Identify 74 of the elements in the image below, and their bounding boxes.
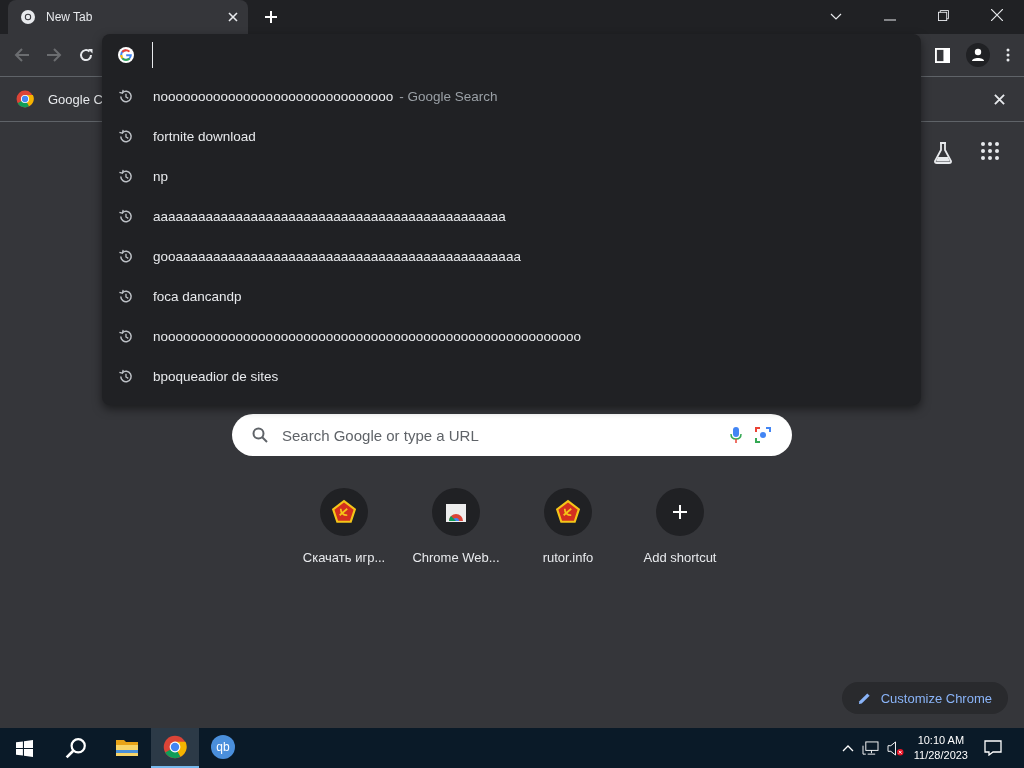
flask-icon[interactable] xyxy=(933,142,953,164)
windows-start-icon[interactable] xyxy=(16,739,33,757)
search-icon xyxy=(252,427,268,443)
suggestion-item[interactable]: np xyxy=(118,156,921,196)
close-tab-icon[interactable] xyxy=(228,12,238,22)
history-icon xyxy=(118,208,133,224)
suggestion-item[interactable]: nooooooooooooooooooooooooooooooo - Google Search xyxy=(118,76,921,116)
close-icon[interactable] xyxy=(991,9,1003,21)
shortcut-tile[interactable]: Add shortcut xyxy=(624,488,736,565)
close-icon[interactable] xyxy=(994,93,1005,105)
history-icon xyxy=(118,328,133,344)
profile-avatar[interactable] xyxy=(966,43,990,67)
suggestion-text: bpoqueadior de sites xyxy=(153,368,279,384)
qbittorrent-logo: qb xyxy=(211,735,235,759)
reload-icon[interactable] xyxy=(78,47,94,63)
chrome-logo-icon xyxy=(20,9,36,25)
camera-lens-icon[interactable] xyxy=(754,426,772,444)
chrome-app[interactable] xyxy=(151,728,199,768)
shortcut-label: Chrome Web... xyxy=(412,550,500,565)
history-icon xyxy=(118,168,133,184)
search-icon[interactable] xyxy=(65,737,87,759)
pencil-icon xyxy=(857,691,871,705)
suggestion-item[interactable]: fortnite download xyxy=(118,116,921,156)
suggestion-item[interactable]: foca dancandp xyxy=(118,276,921,316)
shortcut-tile[interactable]: rutor.info xyxy=(512,488,624,565)
suggestion-text: np xyxy=(153,168,169,184)
bookmark-item[interactable]: Google C xyxy=(16,90,103,108)
clock-time: 10:10 AM xyxy=(917,733,965,748)
suggestion-item[interactable]: bpoqueadior de sites xyxy=(118,356,921,396)
new-tab-icon[interactable] xyxy=(264,10,278,24)
notifications-icon[interactable] xyxy=(984,740,1002,756)
network-icon[interactable] xyxy=(861,740,879,756)
clock-date: 11/28/2023 xyxy=(913,748,968,763)
shortcut-label: Add shortcut xyxy=(643,550,717,565)
history-icon xyxy=(118,288,133,304)
folder-icon xyxy=(115,737,139,757)
chrome-logo-icon xyxy=(163,735,187,759)
suggestion-text: noooooooooooooooooooooooooooooooooooooooooooooooooooooooo xyxy=(153,328,581,344)
history-icon xyxy=(118,248,133,264)
restore-icon[interactable] xyxy=(938,10,949,21)
history-icon xyxy=(118,128,133,144)
microphone-icon[interactable] xyxy=(730,426,742,444)
search-box[interactable]: Search Google or type a URL xyxy=(232,414,792,456)
suggestion-text: foca dancandp xyxy=(153,288,242,304)
suggestion-text: aaaaaaaaaaaaaaaaaaaaaaaaaaaaaaaaaaaaaaaaaaaaaaa xyxy=(153,208,506,224)
suggestion-text: fortnite download xyxy=(153,128,256,144)
apps-grid-icon[interactable] xyxy=(981,142,999,160)
volume-muted-icon[interactable] xyxy=(886,740,904,756)
shortcut-tile[interactable]: Скачать игр... xyxy=(288,488,400,565)
suggestion-text: nooooooooooooooooooooooooooooooo xyxy=(153,88,394,104)
suggestion-item[interactable]: gooaaaaaaaaaaaaaaaaaaaaaaaaaaaaaaaaaaaaaaaaaaaaaa xyxy=(118,236,921,276)
chevron-up-icon[interactable] xyxy=(841,744,854,752)
suggestion-suffix: - Google Search xyxy=(399,88,498,104)
plus-icon xyxy=(672,504,688,520)
search-field[interactable]: Search Google or type a URL xyxy=(280,425,718,445)
suggestion-text: gooaaaaaaaaaaaaaaaaaaaaaaaaaaaaaaaaaaaaaaaaaaaaaa xyxy=(153,248,521,264)
pentagon-emblem-icon xyxy=(331,499,357,525)
pentagon-emblem-icon xyxy=(555,499,581,525)
chrome-logo-icon xyxy=(16,90,34,108)
tab-search-icon[interactable] xyxy=(830,13,842,21)
customize-chrome-button[interactable]: Customize Chrome xyxy=(841,682,1008,714)
suggestion-item[interactable]: aaaaaaaaaaaaaaaaaaaaaaaaaaaaaaaaaaaaaaaaaaaaaaa xyxy=(118,196,921,236)
bookmark-label: Google C xyxy=(48,91,103,107)
tab-title: New Tab xyxy=(46,10,94,24)
suggestion-item[interactable]: noooooooooooooooooooooooooooooooooooooooooooooooooooooooo xyxy=(118,316,921,356)
google-logo-icon xyxy=(118,47,134,63)
shortcut-label: Скачать игр... xyxy=(302,550,386,565)
more-menu-icon[interactable] xyxy=(1006,48,1010,62)
browser-tab[interactable]: New Tab xyxy=(8,0,248,34)
side-panel-icon[interactable] xyxy=(935,47,950,63)
history-icon xyxy=(118,368,133,384)
history-icon xyxy=(118,88,133,104)
shortcut-tile[interactable]: Chrome Web... xyxy=(400,488,512,565)
shortcut-label: rutor.info xyxy=(542,550,594,565)
